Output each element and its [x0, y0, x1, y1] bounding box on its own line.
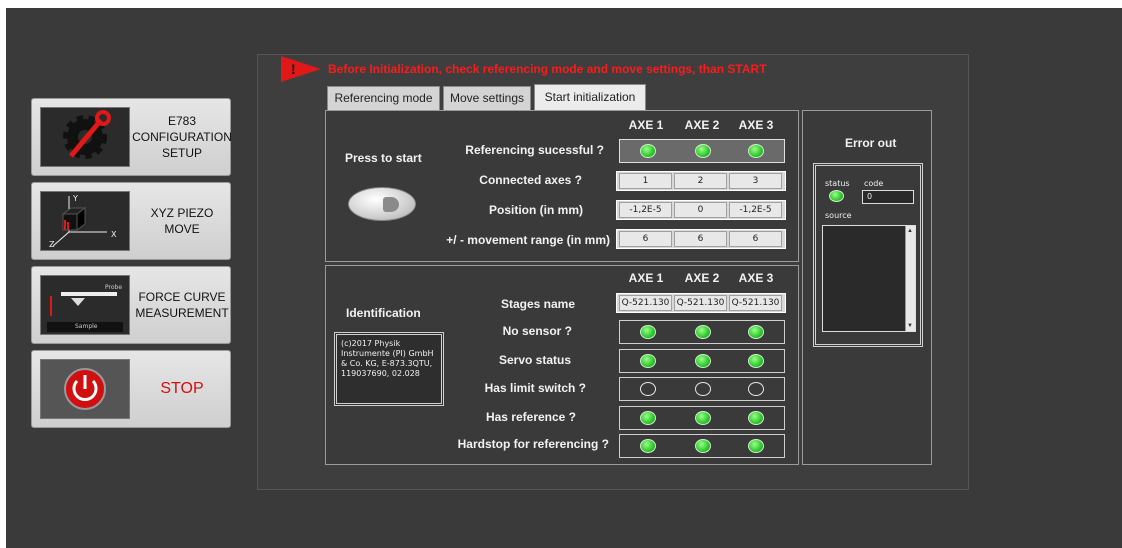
stop-button[interactable]: STOP	[31, 350, 231, 428]
movement-range-label: +/ - movement range (in mm)	[446, 233, 610, 247]
axis-x-label: X	[111, 230, 117, 239]
led-indicator	[640, 411, 656, 425]
press-to-start-label: Press to start	[345, 151, 422, 165]
stages-name-label: Stages name	[500, 297, 575, 311]
xyz-piezo-move-label: XYZ PIEZO MOVE	[150, 206, 214, 236]
led-indicator	[695, 411, 711, 425]
start-button[interactable]	[348, 187, 416, 221]
led-indicator	[695, 354, 711, 368]
led-indicator	[695, 325, 711, 339]
value-cell: 1	[619, 173, 672, 189]
config-setup-button[interactable]: E783 CONFIGURATION SETUP	[31, 98, 232, 176]
config-thumbnail	[40, 107, 130, 167]
source-label: source	[825, 211, 852, 220]
stop-label: STOP	[160, 380, 204, 397]
value-cell: 3	[729, 173, 782, 189]
position-values: -1,2E-5 0 -1,2E-5	[616, 200, 786, 220]
has-reference-label: Has reference ?	[485, 410, 576, 424]
hardstop-label: Hardstop for referencing ?	[457, 437, 609, 451]
axis-header-3: AXE 3	[738, 271, 774, 285]
led-indicator	[695, 439, 711, 453]
axis-y-label: Y	[73, 194, 78, 203]
value-cell: 6	[619, 231, 672, 247]
error-out-title: Error out	[845, 136, 897, 150]
led-indicator	[748, 439, 764, 453]
led-indicator	[748, 354, 764, 368]
warning-icon: !	[281, 56, 321, 82]
axis-header-3: AXE 3	[738, 118, 774, 132]
scroll-down-icon[interactable]: ▼	[907, 323, 913, 329]
position-label: Position (in mm)	[489, 203, 583, 217]
ref-success-label: Referencing sucessful ?	[465, 143, 604, 157]
led-indicator	[695, 144, 711, 158]
axis-z-label: Z	[49, 240, 55, 249]
led-indicator	[748, 144, 764, 158]
tab-start-initialization[interactable]: Start initialization	[534, 84, 646, 110]
scroll-up-icon[interactable]: ▲	[907, 228, 913, 234]
force-curve-button[interactable]: Probe Sample FORCE CURVE MEASUREMENT	[31, 266, 231, 344]
config-setup-label: E783 CONFIGURATION SETUP	[132, 114, 232, 160]
led-indicator	[640, 325, 656, 339]
value-cell: Q-521.130	[619, 295, 672, 311]
axis-header-2: AXE 2	[684, 271, 720, 285]
value-cell: 2	[674, 173, 727, 189]
led-indicator	[640, 354, 656, 368]
sample-label: Sample	[75, 323, 98, 330]
limit-switch-leds	[619, 377, 785, 401]
value-cell: Q-521.130	[729, 295, 782, 311]
no-sensor-label: No sensor ?	[502, 324, 572, 338]
led-indicator	[640, 439, 656, 453]
hardstop-leds	[619, 434, 785, 458]
axis-header-1: AXE 1	[628, 118, 664, 132]
stages-name-values: Q-521.130 Q-521.130 Q-521.130	[616, 293, 786, 313]
servo-status-label: Servo status	[498, 353, 571, 367]
axis-header-1: AXE 1	[628, 271, 664, 285]
tab-referencing-mode[interactable]: Referencing mode	[327, 86, 440, 110]
error-source-field[interactable]: ▲ ▼	[822, 225, 916, 332]
led-indicator	[748, 382, 764, 396]
tab-move-settings[interactable]: Move settings	[443, 86, 531, 110]
axis-header-2: AXE 2	[684, 118, 720, 132]
led-indicator	[748, 325, 764, 339]
limit-switch-label: Has limit switch ?	[484, 381, 586, 395]
connected-axes-values: 1 2 3	[616, 171, 786, 191]
movement-range-values: 6 6 6	[616, 229, 786, 249]
gear-wrench-icon	[63, 110, 111, 159]
status-label: status	[825, 179, 850, 188]
led-indicator	[695, 382, 711, 396]
value-cell: Q-521.130	[674, 295, 727, 311]
force-curve-label: FORCE CURVE MEASUREMENT	[135, 290, 229, 320]
servo-status-leds	[619, 349, 785, 373]
error-status-led	[829, 190, 844, 202]
svg-text:!: !	[291, 61, 296, 77]
code-label: code	[864, 179, 884, 188]
led-indicator	[640, 382, 656, 396]
led-indicator	[748, 411, 764, 425]
value-cell: 6	[674, 231, 727, 247]
ref-success-leds	[619, 139, 785, 163]
warning-message: Before Initialization, check referencing…	[328, 62, 767, 76]
xyz-piezo-move-button[interactable]: Y X Z XYZ PIEZO MOVE	[31, 182, 231, 260]
led-indicator	[640, 144, 656, 158]
force-curve-thumbnail: Probe Sample	[40, 275, 130, 335]
xyz-thumbnail: Y X Z	[40, 191, 130, 251]
source-scrollbar[interactable]: ▲ ▼	[905, 226, 915, 331]
error-code-field[interactable]: 0	[862, 190, 914, 204]
value-cell: -1,2E-5	[729, 202, 782, 218]
value-cell: 6	[729, 231, 782, 247]
no-sensor-leds	[619, 320, 785, 344]
stop-thumbnail	[40, 359, 130, 419]
power-icon	[64, 368, 106, 410]
value-cell: 0	[674, 202, 727, 218]
identification-label: Identification	[346, 306, 421, 320]
value-cell: -1,2E-5	[619, 202, 672, 218]
connected-axes-label: Connected axes ?	[479, 173, 582, 187]
has-reference-leds	[619, 406, 785, 430]
